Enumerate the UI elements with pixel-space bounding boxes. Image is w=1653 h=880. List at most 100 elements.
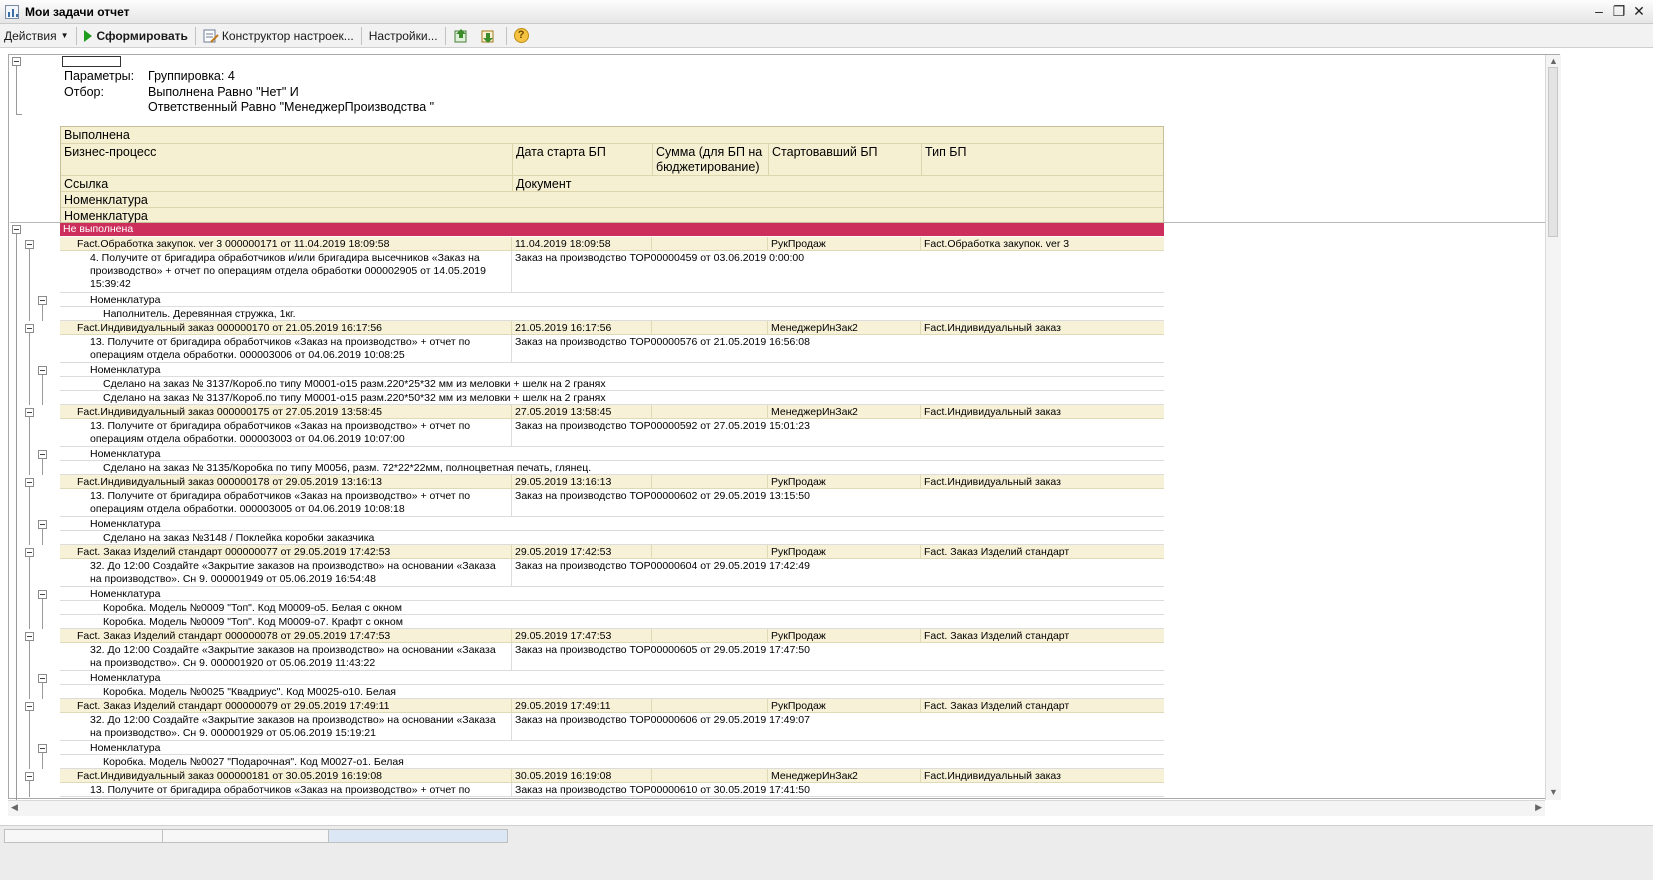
toolbar-separator [194,26,196,45]
collapse-toggle-icon[interactable] [25,548,34,557]
nomenclature-label: Номенклатура [90,364,161,376]
nomenclature-header-row[interactable]: Номенклатура [60,293,1164,307]
minimize-icon[interactable]: – [1589,2,1609,20]
nomenclature-header-row[interactable]: Номенклатура [60,447,1164,461]
nomenclature-item-row[interactable]: Сделано на заказ № 3135/Коробка по типу … [60,461,1164,475]
task-row[interactable]: 13. Получите от бригадира обработчиков «… [60,783,1164,797]
nomenclature-header-row[interactable]: Номенклатура [60,517,1164,531]
start-date: 30.05.2019 16:19:08 [515,770,612,782]
collapse-toggle-icon[interactable] [25,408,34,417]
task-row[interactable]: 32. До 12:00 Создайте «Закрытие заказов … [60,713,1164,741]
task-row[interactable]: 32. До 12:00 Создайте «Закрытие заказов … [60,643,1164,671]
document-link: Заказ на производство ТОР00000605 от 29.… [515,644,810,656]
nomenclature-item-row[interactable]: Сделано на заказ №3148 / Поклейка коробк… [60,531,1164,545]
actions-label: Действия [4,28,57,43]
nomenclature-item-row[interactable]: Коробка. Модель №0027 "Подарочная". Код … [60,755,1164,769]
tree-line [42,529,43,545]
collapse-toggle-icon[interactable] [38,296,47,305]
collapse-toggle-icon[interactable] [38,744,47,753]
task-row[interactable]: 32. До 12:00 Создайте «Закрытие заказов … [60,559,1164,587]
collapse-toggle-icon[interactable] [12,225,21,234]
task-row[interactable]: 13. Получите от бригадира обработчиков «… [60,489,1164,517]
process-row[interactable]: Fact.Индивидуальный заказ 000000175 от 2… [60,405,1164,419]
filter-line-1: Выполнена Равно "Нет" И [148,85,299,99]
start-date: 29.05.2019 17:42:53 [515,546,612,558]
collapse-toggle-icon[interactable] [38,366,47,375]
scroll-thumb[interactable] [1548,67,1558,237]
scroll-up-icon[interactable]: ▲ [1546,56,1561,66]
tree-line [29,249,30,321]
collapse-toggle-icon[interactable] [38,450,47,459]
horizontal-scrollbar[interactable]: ◀ ▶ [8,800,1545,816]
params-grouping: Группировка: 4 [148,69,235,83]
nomenclature-header-row[interactable]: Номенклатура [60,587,1164,601]
nomenclature-item-row[interactable]: Коробка. Модель №0009 "Топ". Код М0009-о… [60,601,1164,615]
collapse-toggle-icon[interactable] [12,57,21,66]
scroll-left-icon[interactable]: ◀ [11,802,18,813]
nomenclature-item-row[interactable]: Сделано на заказ № 3137/Короб.по типу М0… [60,377,1164,391]
nomenclature-item-row[interactable]: Коробка. Модель №0025 "Квадриус". Код М0… [60,685,1164,699]
nomenclature-header-row[interactable]: Номенклатура [60,671,1164,685]
window-tab[interactable] [162,829,342,843]
process-row[interactable]: Fact.Обработка закупок. ver 3 000000171 … [60,237,1164,251]
load-variant-icon [480,28,496,44]
nomenclature-item: Коробка. Модель №0009 "Топ". Код М0009-о… [103,616,403,628]
task-row[interactable]: 4. Получите от бригадира обработчиков и/… [60,251,1164,293]
nomenclature-header-row[interactable]: Номенклатура [60,741,1164,755]
collapse-toggle-icon[interactable] [25,240,34,249]
generate-button[interactable]: Сформировать [80,26,192,46]
nomenclature-item-row[interactable]: Коробка. Модель №0009 "Топ". Код М0009-о… [60,615,1164,629]
document-link: Заказ на производство ТОР00000604 от 29.… [515,560,810,572]
task-link: 4. Получите от бригадира обработчиков и/… [90,252,486,290]
restore-icon[interactable]: ❐ [1609,2,1629,20]
process-row[interactable]: Fact. Заказ Изделий стандарт 000000077 о… [60,545,1164,559]
collapse-toggle-icon[interactable] [38,520,47,529]
tree-line [29,711,30,769]
process-row[interactable]: Fact.Индивидуальный заказ 000000181 от 3… [60,769,1164,783]
nomenclature-item: Сделано на заказ № 3137/Короб.по типу М0… [103,392,606,404]
process-row[interactable]: Fact. Заказ Изделий стандарт 000000079 о… [60,699,1164,713]
task-row[interactable]: 13. Получите от бригадира обработчиков «… [60,335,1164,363]
close-icon[interactable]: ✕ [1629,2,1649,20]
process-type: Fact.Обработка закупок. ver 3 [924,238,1070,250]
task-row[interactable]: 13. Получите от бригадира обработчиков «… [60,419,1164,447]
process-type: Fact.Индивидуальный заказ [924,476,1061,488]
settings-button[interactable]: Настройки... [365,26,442,46]
window-tab[interactable] [4,829,176,843]
collapse-toggle-icon[interactable] [25,632,34,641]
scroll-right-icon[interactable]: ▶ [1535,802,1542,813]
document-link: Заказ на производство ТОР00000592 от 27.… [515,420,810,432]
params-label: Параметры: [64,69,135,83]
actions-menu-button[interactable]: Действия ▼ [0,26,73,46]
process-link: Fact.Индивидуальный заказ 000000175 от 2… [77,406,383,418]
collapse-toggle-icon[interactable] [25,478,34,487]
load-variant-button[interactable] [476,26,503,46]
help-icon: ? [513,28,529,43]
process-row[interactable]: Fact. Заказ Изделий стандарт 000000078 о… [60,629,1164,643]
collapse-toggle-icon[interactable] [38,674,47,683]
nomenclature-item-row[interactable]: Сделано на заказ № 3137/Короб.по типу М0… [60,391,1164,405]
tree-line [29,641,30,699]
nomenclature-header-row[interactable]: Номенклатура [60,363,1164,377]
constructor-icon [203,28,219,44]
process-row[interactable]: Fact.Индивидуальный заказ 000000178 от 2… [60,475,1164,489]
process-row[interactable]: Fact.Индивидуальный заказ 000000170 от 2… [60,321,1164,335]
nomenclature-item: Коробка. Модель №0027 "Подарочная". Код … [103,756,404,768]
save-variant-button[interactable] [449,26,476,46]
header-sum-line2: бюджетирование) [656,160,760,174]
window-tab-active[interactable] [328,829,508,843]
settings-constructor-button[interactable]: Конструктор настроек... [199,26,358,46]
header-type: Тип БП [925,145,967,159]
tree-line [42,683,43,699]
scroll-down-icon[interactable]: ▼ [1546,787,1561,797]
nomenclature-item-row[interactable]: Наполнитель. Деревянная стружка, 1кг. [60,307,1164,321]
vertical-scrollbar[interactable]: ▲ ▼ [1545,55,1561,800]
report-title-cell[interactable] [62,56,121,67]
collapse-toggle-icon[interactable] [25,772,34,781]
report-app-icon [5,4,19,19]
collapse-toggle-icon[interactable] [38,590,47,599]
collapse-toggle-icon[interactable] [25,324,34,333]
help-button[interactable]: ? [510,26,533,46]
collapse-toggle-icon[interactable] [25,702,34,711]
process-link: Fact.Обработка закупок. ver 3 000000171 … [77,238,390,250]
